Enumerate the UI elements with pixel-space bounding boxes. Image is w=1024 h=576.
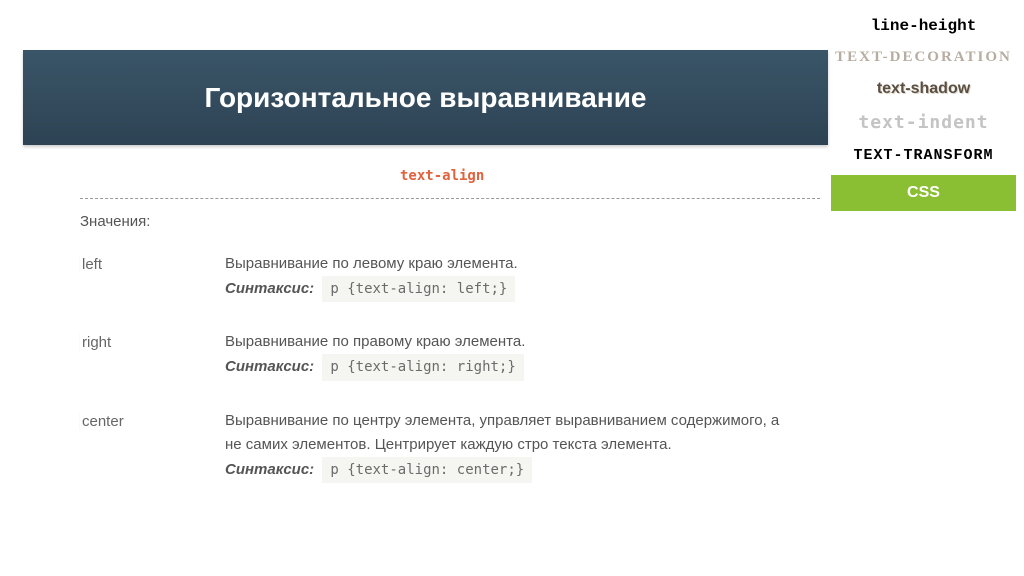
value-key: center	[80, 409, 225, 483]
sidebar-item-text-indent: text-indent	[831, 105, 1016, 140]
value-row-right: right Выравнивание по правому краю элеме…	[80, 330, 800, 380]
sidebar-item-line-height: line-height	[831, 10, 1016, 42]
value-desc: Выравнивание по левому краю элемента. Си…	[225, 252, 800, 302]
values-label: Значения:	[80, 210, 800, 234]
syntax-line: Синтаксис: p {text-align: center;}	[225, 457, 800, 483]
code-snippet: p {text-align: center;}	[322, 457, 532, 483]
syntax-label: Синтаксис:	[225, 358, 314, 375]
value-row-center: center Выравнивание по центру элемента, …	[80, 409, 800, 483]
value-desc: Выравнивание по центру элемента, управля…	[225, 409, 800, 483]
sidebar-item-text-shadow: text-shadow	[831, 73, 1016, 105]
content-area: Значения: left Выравнивание по левому кр…	[80, 210, 800, 511]
value-description: Выравнивание по центру элемента, управля…	[225, 409, 800, 457]
sidebar-item-text-transform: TEXT-TRANSFORM	[831, 140, 1016, 171]
value-desc: Выравнивание по правому краю элемента. С…	[225, 330, 800, 380]
syntax-label: Синтаксис:	[225, 280, 314, 297]
syntax-line: Синтаксис: p {text-align: left;}	[225, 276, 800, 302]
value-key: right	[80, 330, 225, 380]
value-description: Выравнивание по правому краю элемента.	[225, 330, 800, 354]
value-key: left	[80, 252, 225, 302]
property-subtitle: text-align	[400, 168, 484, 184]
syntax-label: Синтаксис:	[225, 461, 314, 478]
code-snippet: p {text-align: right;}	[322, 354, 523, 380]
sidebar-css-badge: CSS	[831, 175, 1016, 211]
sidebar: line-height TEXT-DECORATION text-shadow …	[831, 10, 1016, 211]
sidebar-item-text-decoration: TEXT-DECORATION	[831, 42, 1016, 73]
syntax-line: Синтаксис: p {text-align: right;}	[225, 354, 800, 380]
code-snippet: p {text-align: left;}	[322, 276, 515, 302]
divider	[80, 198, 820, 199]
value-description: Выравнивание по левому краю элемента.	[225, 252, 800, 276]
page-title: Горизонтальное выравнивание	[204, 82, 646, 114]
value-row-left: left Выравнивание по левому краю элемент…	[80, 252, 800, 302]
header-bar: Горизонтальное выравнивание	[23, 50, 828, 145]
